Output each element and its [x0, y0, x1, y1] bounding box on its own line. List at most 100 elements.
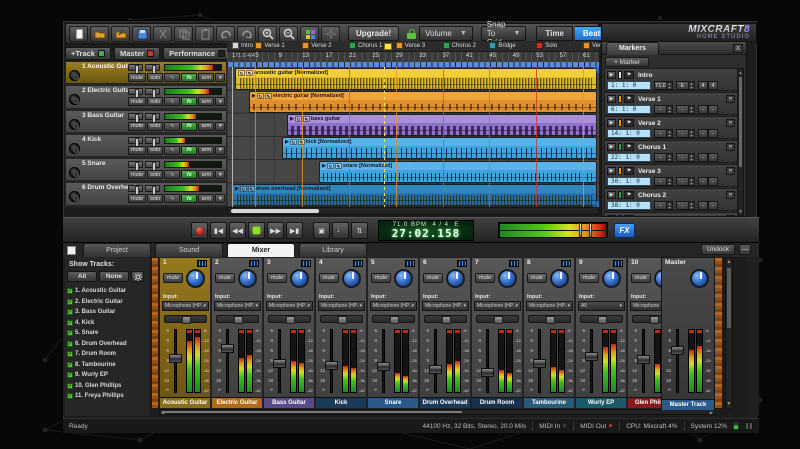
marker-flag-icon[interactable]: ⚑ [624, 71, 634, 79]
fader-handle[interactable] [169, 354, 182, 363]
marker-flag-icon[interactable]: ⚑ [624, 215, 634, 216]
mute-button[interactable]: mute [475, 273, 495, 283]
arm-button[interactable]: arm [198, 73, 214, 82]
zoom-out-icon[interactable] [279, 26, 298, 42]
envelope-icon[interactable]: ✎ [303, 116, 310, 122]
automation-button[interactable]: ∿ [164, 170, 180, 179]
volume-dropdown[interactable]: Volume ▼ [419, 26, 473, 41]
save-icon[interactable] [132, 26, 151, 42]
channel-knob[interactable] [290, 269, 309, 288]
marker-key-spinner[interactable]: -▲▼ [676, 105, 695, 114]
record-button[interactable] [191, 222, 208, 239]
marker-play-icon[interactable]: ▶ [607, 143, 616, 151]
forward-button[interactable]: ▶▶ [267, 222, 284, 239]
loop-icon[interactable]: ↻ [240, 186, 247, 192]
chevron-down-icon[interactable]: ▾ [215, 170, 225, 179]
marker-time-field[interactable]: 30: 1: 0 [607, 177, 651, 186]
loop-icon[interactable]: ↻ [290, 139, 297, 145]
marker-time-field[interactable]: 1: 1: 0 [607, 81, 651, 90]
input-select[interactable]: Microphone (HP..▾ [370, 301, 417, 311]
marker-time-field[interactable]: 38: 1: 0 [607, 201, 651, 210]
pan-slider[interactable] [320, 315, 363, 323]
channel-knob[interactable] [602, 269, 621, 288]
mixdown-icon[interactable] [300, 26, 319, 42]
marker-time-field[interactable]: 14: 1: 0 [607, 129, 651, 138]
marker-color-swatch[interactable] [618, 191, 622, 199]
chevron-down-icon[interactable]: ▾ [215, 73, 225, 82]
chevron-down-icon[interactable]: ▾ [215, 97, 225, 106]
input-select[interactable]: Microphone (HP..▾ [422, 301, 469, 311]
clip-header[interactable]: ▶ ↻ ✎ snare [Normalized] [320, 162, 596, 170]
track-volume-slider[interactable] [128, 113, 143, 120]
marker-entry[interactable]: ▶ ⚑ Verse 3 ✕ 30: 1: 0 -▲▼ -▲▼ -- [604, 164, 738, 187]
mixer-channel-strip[interactable]: 10 mute Input: Microphone▾ 60691218∞ -6-… [627, 257, 661, 409]
loop-icon[interactable]: ↻ [327, 163, 334, 169]
envelope-icon[interactable]: ✎ [265, 93, 272, 99]
marker-entry[interactable]: ▶ ⚑ Chorus 2 ✕ 38: 1: 0 -▲▼ -▲▼ -- [604, 188, 738, 211]
loop-icon[interactable]: ↻ [257, 93, 264, 99]
paste-icon[interactable] [195, 26, 214, 42]
timeline-marker-flag[interactable]: Verse 2 [302, 42, 331, 49]
copy-icon[interactable] [174, 26, 193, 42]
solo-button[interactable]: solo [147, 170, 163, 179]
timeline-marker-flag[interactable]: Bridge [489, 42, 515, 49]
pan-slider[interactable] [216, 315, 259, 323]
checkbox-checked-icon[interactable]: ✓ [67, 351, 73, 357]
mixer-channel-strip[interactable]: 5 mute Input: Microphone (HP..▾ 60691218… [367, 257, 419, 409]
track-pan-slider[interactable] [145, 88, 160, 95]
mute-button[interactable]: mute [128, 146, 146, 155]
gear-icon[interactable] [131, 271, 144, 282]
markers-vscrollbar[interactable]: ▲ ▼ [737, 68, 744, 216]
show-none-button[interactable]: None [99, 271, 129, 282]
checkbox-checked-icon[interactable]: ✓ [67, 362, 73, 368]
marker-color-swatch[interactable] [618, 119, 622, 127]
marker-delete-icon[interactable]: ✕ [726, 119, 735, 127]
marker-entry[interactable]: ▶ ⚑ Verse 1 ✕ 6: 1: 0 -▲▼ -▲▼ -- [604, 92, 738, 115]
input-select[interactable]: All▾ [578, 301, 625, 311]
arm-button[interactable]: arm [198, 194, 214, 203]
chevron-down-icon[interactable]: ▾ [215, 122, 225, 131]
timeline-marker-flag[interactable]: Chorus 1 [349, 42, 382, 49]
fader-handle[interactable] [637, 355, 650, 364]
performance-button[interactable]: Performance [163, 47, 231, 60]
fader-handle[interactable] [325, 361, 338, 370]
mixer-channel-strip[interactable]: 9 mute Input: All▾ 60691218∞ -6-12-18-24… [575, 257, 627, 409]
track-pan-slider[interactable] [145, 113, 160, 120]
automation-button[interactable]: ∿ [164, 73, 180, 82]
marker-tempo-spinner[interactable]: -▲▼ [654, 153, 673, 162]
marker-key-spinner[interactable]: -▲▼ [676, 177, 695, 186]
fx-button[interactable]: fx [181, 170, 197, 179]
track-volume-slider[interactable] [128, 88, 143, 95]
marker-delete-icon[interactable]: ✕ [726, 143, 735, 151]
redo-icon[interactable] [237, 26, 256, 42]
scroll-up-icon[interactable]: ▲ [738, 69, 743, 76]
marker-tempo-spinner[interactable]: -▲▼ [654, 105, 673, 114]
solo-button[interactable]: solo [147, 73, 163, 82]
pan-slider[interactable] [476, 315, 519, 323]
checkbox-checked-icon[interactable]: ✓ [67, 288, 73, 294]
preferences-icon[interactable] [321, 26, 340, 42]
marker-timesig-fields[interactable]: -- [698, 177, 718, 186]
mute-button[interactable]: mute [128, 170, 146, 179]
mute-button[interactable]: mute [128, 194, 146, 203]
marker-entry[interactable]: ▶ ⚑ Bridge ✕ -▲▼ -▲▼ -- [604, 212, 738, 216]
master-volume-handle[interactable] [579, 223, 582, 237]
marker-flag-icon[interactable]: ⚑ [624, 143, 634, 151]
marker-key-spinner[interactable]: E▲▼ [676, 81, 695, 90]
checkbox-checked-icon[interactable]: ✓ [67, 299, 73, 305]
loop-icon[interactable]: ↻ [295, 116, 302, 122]
show-track-item[interactable]: ✓ 6. Drum Overhead [67, 339, 147, 350]
track-volume-slider[interactable] [128, 185, 143, 192]
marker-play-icon[interactable]: ▶ [607, 71, 616, 79]
levels-button[interactable]: ⇅ [351, 222, 368, 239]
channel-knob[interactable] [186, 269, 205, 288]
timeline-marker-row[interactable]: IntroVerse 1Verse 2Chorus 1Verse 3Chorus… [227, 41, 599, 52]
marker-flag-icon[interactable]: ⚑ [624, 119, 634, 127]
clip-collapse-icon[interactable]: ▶ [235, 186, 239, 192]
marker-delete-icon[interactable]: ✕ [726, 167, 735, 175]
eq-icon[interactable] [301, 260, 311, 267]
eq-icon[interactable] [353, 260, 363, 267]
eq-icon[interactable] [613, 260, 623, 267]
zoom-in-icon[interactable] [258, 26, 277, 42]
mute-button[interactable]: mute [579, 273, 599, 283]
